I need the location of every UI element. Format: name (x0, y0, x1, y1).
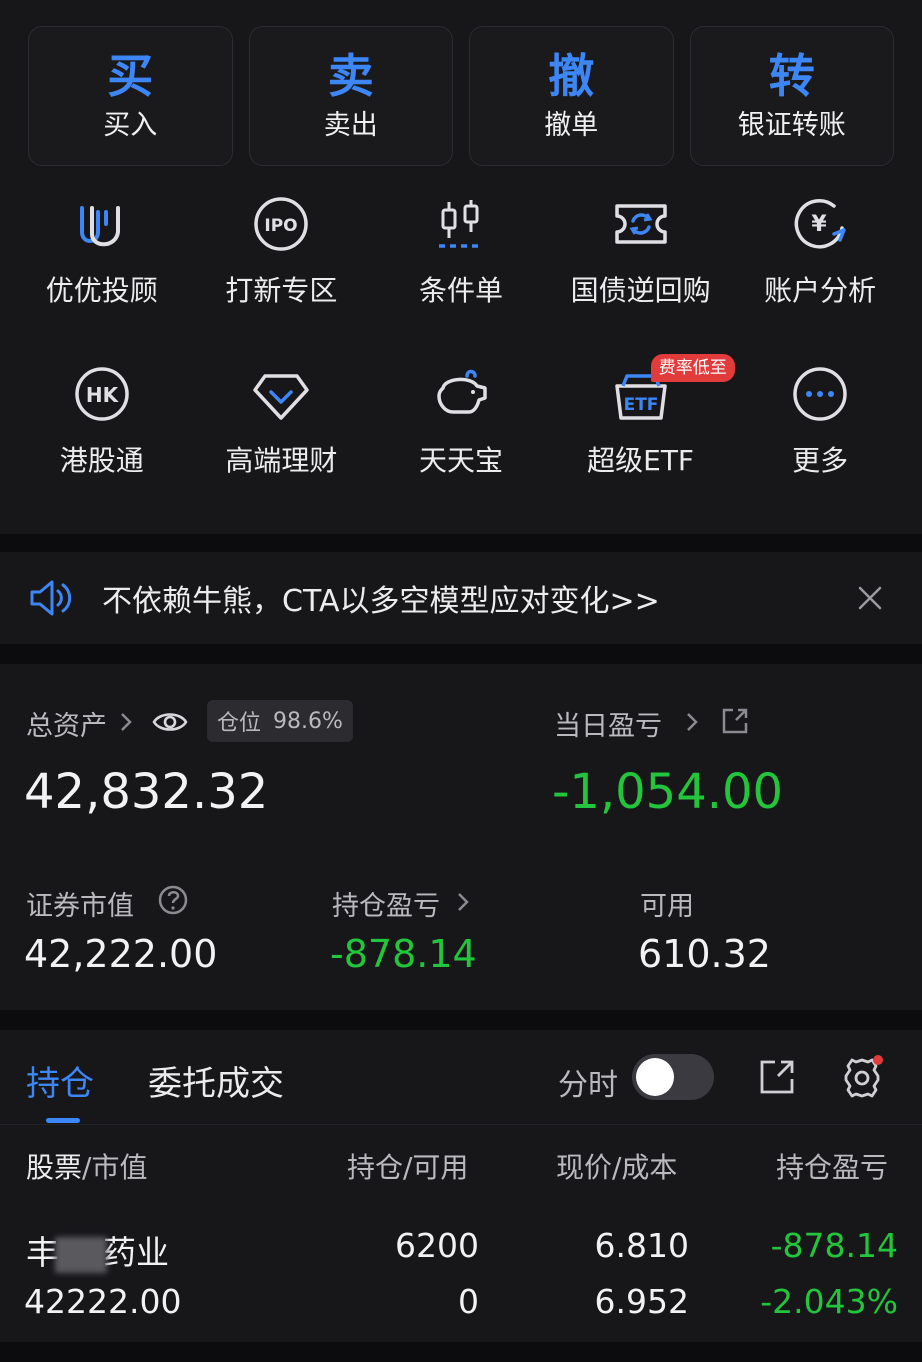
etf-icon-text: ETF (623, 395, 658, 415)
yen-icon-text: ¥ (812, 212, 828, 237)
grid-label: 超级ETF (587, 444, 695, 477)
feature-grid-row-2: HK 港股通 高端理财 天天宝 ETF 费率低至 超级ETF 更多 (12, 354, 910, 478)
stock-market-value: 42222.00 (24, 1282, 182, 1321)
grid-item-super-etf[interactable]: ETF 费率低至 超级ETF (551, 354, 735, 478)
chevron-right-icon[interactable] (118, 710, 134, 734)
condition-order-icon (429, 192, 493, 256)
assets-panel: 总资产 仓位 98.6% 42,832.32 当日盈亏 -1,054.00 证券… (0, 664, 922, 1010)
cancel-order-button[interactable]: 撤 撤单 (469, 26, 674, 166)
share-icon[interactable] (720, 706, 750, 736)
stock-qty: 6200 (395, 1226, 479, 1265)
cancel-label: 撤单 (544, 110, 599, 141)
speaker-icon (30, 580, 72, 616)
close-icon[interactable] (856, 584, 884, 612)
col-header-price: 现价/成本 (556, 1151, 678, 1184)
grid-label: 港股通 (59, 444, 144, 477)
col-header-stock: 股票/市值 (26, 1151, 148, 1184)
bottom-strip (0, 1342, 922, 1362)
available-label: 可用 (640, 891, 694, 922)
grid-item-hk-connect[interactable]: HK 港股通 (12, 362, 192, 478)
tab-underline (46, 1118, 80, 1123)
grid-item-more[interactable]: 更多 (730, 362, 910, 478)
position-value: 98.6% (273, 708, 343, 734)
stock-name: 丰药业 (26, 1233, 169, 1273)
grid-label: 账户分析 (764, 274, 877, 307)
market-value-label: 证券市值 (26, 891, 134, 922)
bank-transfer-button[interactable]: 转 银证转账 (689, 26, 894, 166)
redacted-block (55, 1236, 107, 1273)
grid-item-bond-repo[interactable]: 国债逆回购 (551, 192, 731, 308)
fee-badge: 费率低至 (650, 354, 735, 382)
transfer-glyph: 转 (768, 49, 815, 103)
total-assets-value: 42,832.32 (24, 764, 269, 820)
holding-pl-value: -878.14 (330, 932, 477, 976)
grid-label: 打新专区 (225, 274, 338, 307)
col-header-qty: 持仓/可用 (347, 1151, 469, 1184)
top-panel: 买 买入 卖 卖出 撤 撤单 转 银证转账 优优投顾 IPO 打新专区 条件单 … (0, 0, 922, 534)
gear-icon[interactable] (838, 1054, 886, 1102)
grid-label: 更多 (792, 444, 849, 477)
position-chip: 仓位 98.6% (207, 700, 353, 742)
grid-item-tiantianbao[interactable]: 天天宝 (371, 362, 551, 478)
stock-price: 6.810 (594, 1226, 689, 1265)
export-icon[interactable] (758, 1058, 796, 1096)
tab-holdings[interactable]: 持仓 (26, 1056, 94, 1105)
sell-label: 卖出 (323, 110, 378, 141)
ipo-icon-text: IPO (265, 216, 298, 236)
position-label: 仓位 (217, 711, 262, 736)
buy-button[interactable]: 买 买入 (28, 26, 233, 166)
diamond-icon (249, 362, 313, 426)
more-icon (788, 362, 852, 426)
hk-connect-icon: HK (70, 362, 134, 426)
bond-repo-icon (609, 192, 673, 256)
total-assets-label[interactable]: 总资产 (26, 704, 107, 743)
grid-item-account-analysis[interactable]: ¥ 账户分析 (730, 192, 910, 308)
ipo-icon: IPO (249, 192, 313, 256)
sell-glyph: 卖 (327, 49, 374, 103)
account-analysis-icon: ¥ (788, 192, 852, 256)
toggle-knob (636, 1058, 674, 1096)
notification-dot (873, 1055, 883, 1065)
tab-orders[interactable]: 委托成交 (148, 1056, 284, 1105)
daily-pl-label[interactable]: 当日盈亏 (554, 704, 662, 743)
notice-text[interactable]: 不依赖牛熊，CTA以多空模型应对变化>> (102, 576, 660, 620)
daily-pl-value: -1,054.00 (552, 764, 784, 820)
market-value: 42,222.00 (24, 932, 218, 976)
stock-available: 0 (458, 1282, 479, 1321)
stock-cost: 6.952 (594, 1282, 689, 1321)
cancel-glyph: 撤 (548, 49, 595, 103)
chevron-right-icon[interactable] (684, 710, 700, 734)
grid-item-uu-advisor[interactable]: 优优投顾 (12, 192, 192, 308)
divider (0, 1124, 922, 1125)
chevron-right-icon[interactable] (455, 890, 471, 914)
grid-item-ipo[interactable]: IPO 打新专区 (192, 192, 372, 308)
stock-pl-pct: -2.043% (760, 1282, 898, 1321)
col-header-pl: 持仓盈亏 (776, 1151, 889, 1184)
grid-label: 国债逆回购 (570, 274, 711, 307)
intraday-label: 分时 (558, 1068, 618, 1103)
grid-item-premium-wealth[interactable]: 高端理财 (192, 362, 372, 478)
uu-advisor-icon (70, 192, 134, 256)
grid-label: 优优投顾 (45, 274, 158, 307)
grid-label: 高端理财 (225, 444, 338, 477)
feature-grid-row-1: 优优投顾 IPO 打新专区 条件单 国债逆回购 ¥ 账户分析 (12, 192, 910, 308)
buy-glyph: 买 (107, 49, 154, 103)
grid-item-condition-order[interactable]: 条件单 (371, 192, 551, 308)
sell-button[interactable]: 卖 卖出 (248, 26, 453, 166)
notice-banner[interactable]: 不依赖牛熊，CTA以多空模型应对变化>> (0, 552, 922, 644)
hk-icon-text: HK (86, 383, 120, 407)
holding-pl-label[interactable]: 持仓盈亏 (332, 884, 440, 923)
intraday-toggle[interactable] (632, 1054, 714, 1100)
eye-icon[interactable] (152, 708, 188, 736)
transfer-label: 银证转账 (737, 110, 846, 141)
grid-label: 天天宝 (418, 444, 503, 477)
holdings-panel: 持仓 委托成交 分时 股票/市值 持仓/可用 现价/成本 持仓盈亏 丰药业 42… (0, 1030, 922, 1342)
grid-label: 条件单 (418, 274, 503, 307)
trade-buttons: 买 买入 卖 卖出 撤 撤单 转 银证转账 (28, 26, 894, 166)
help-icon[interactable] (157, 884, 189, 916)
stock-pl: -878.14 (770, 1226, 898, 1265)
piggy-bank-icon (429, 362, 493, 426)
available-value: 610.32 (638, 932, 771, 976)
buy-label: 买入 (103, 110, 158, 141)
